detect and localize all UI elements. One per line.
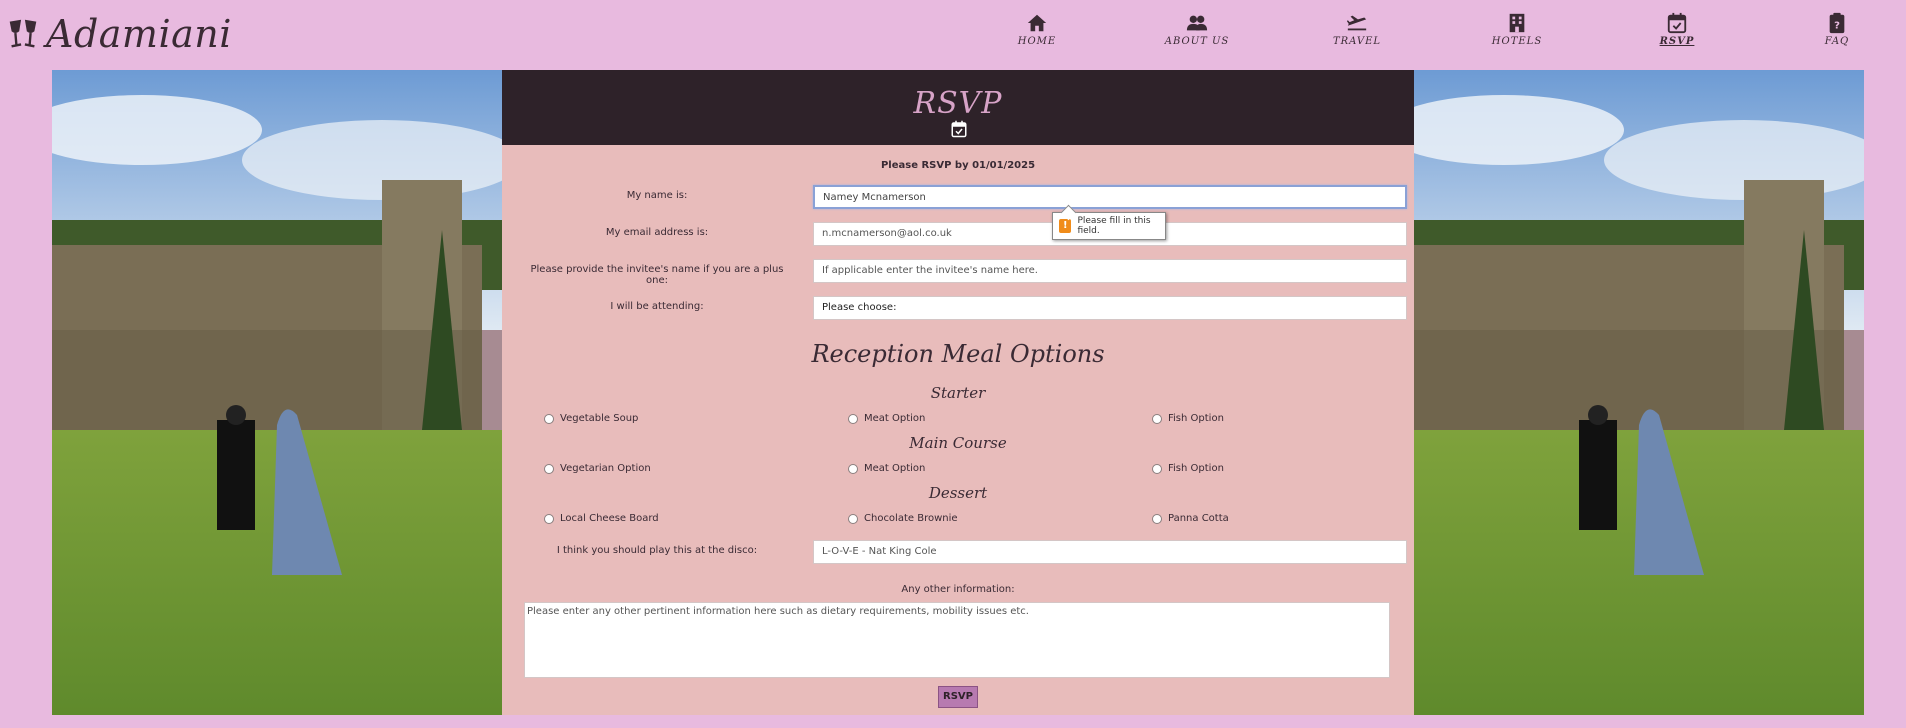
dessert-option[interactable]: Local Cheese Board [544, 513, 659, 524]
nav-about-us[interactable]: ABOUT US [1157, 12, 1237, 47]
disco-label: I think you should play this at the disc… [556, 545, 758, 556]
other-info-label: Any other information: [901, 584, 1015, 595]
option-label: Vegetarian Option [560, 463, 651, 474]
warning-icon: ! [1059, 219, 1072, 233]
radio-button[interactable] [848, 513, 858, 524]
clipboard-question-icon: ? [1829, 12, 1845, 34]
rsvp-header: RSVP [502, 70, 1414, 145]
option-label: Meat Option [864, 463, 926, 474]
radio-button[interactable] [1152, 513, 1162, 524]
disco-input[interactable]: L-O-V-E - Nat King Cole [813, 540, 1407, 564]
attending-select[interactable]: Please choose: [813, 296, 1407, 320]
dessert-option[interactable]: Chocolate Brownie [848, 513, 958, 524]
attending-label: I will be attending: [610, 301, 704, 312]
nav-faq[interactable]: ? FAQ [1797, 12, 1877, 47]
nav-travel[interactable]: TRAVEL [1317, 12, 1397, 47]
tooltip-text: Please fill in this field. [1077, 216, 1151, 236]
radio-button[interactable] [544, 463, 554, 474]
main-nav: HOME ABOUT US TRAVEL HOTELS RSVP ? FAQ [0, 12, 1906, 52]
rsvp-deadline: Please RSVP by 01/01/2025 [880, 160, 1036, 171]
wedding-photo-right [1414, 70, 1864, 715]
radio-button[interactable] [848, 413, 858, 424]
nav-rsvp[interactable]: RSVP [1637, 12, 1717, 47]
option-label: Local Cheese Board [560, 513, 659, 524]
nav-hotels[interactable]: HOTELS [1477, 12, 1557, 47]
radio-button[interactable] [544, 513, 554, 524]
calendar-check-icon [1667, 12, 1687, 34]
name-input[interactable]: Namey Mcnamerson [813, 185, 1407, 209]
option-label: Fish Option [1168, 463, 1224, 474]
radio-button[interactable] [1152, 413, 1162, 424]
svg-text:?: ? [1834, 21, 1840, 32]
hotel-icon [1509, 13, 1525, 33]
invitee-input[interactable]: If applicable enter the invitee's name h… [813, 259, 1407, 283]
main-option[interactable]: Fish Option [1152, 463, 1224, 474]
option-label: Chocolate Brownie [864, 513, 958, 524]
nav-label: HOTELS [1491, 36, 1543, 47]
calendar-check-icon [951, 120, 967, 138]
main-option[interactable]: Vegetarian Option [544, 463, 651, 474]
option-label: Meat Option [864, 413, 926, 424]
option-label: Vegetable Soup [560, 413, 639, 424]
option-label: Fish Option [1168, 413, 1224, 424]
name-label: My name is: [626, 190, 688, 201]
starter-option[interactable]: Fish Option [1152, 413, 1224, 424]
site-header: Adamiani HOME ABOUT US TRAVEL HOTELS RSV… [0, 0, 1906, 70]
wedding-photo-left [52, 70, 502, 715]
nav-label: TRAVEL [1332, 36, 1382, 47]
nav-label: FAQ [1824, 36, 1850, 47]
nav-label: RSVP [1659, 36, 1695, 47]
main-course-title: Main Course [909, 434, 1007, 452]
option-label: Panna Cotta [1168, 513, 1229, 524]
other-info-textarea[interactable]: Please enter any other pertinent informa… [524, 602, 1390, 678]
main-option[interactable]: Meat Option [848, 463, 925, 474]
radio-button[interactable] [848, 463, 858, 474]
plane-icon [1346, 15, 1367, 31]
rsvp-panel: RSVP Please RSVP by 01/01/2025 My name i… [502, 70, 1414, 715]
nav-label: HOME [1017, 36, 1057, 47]
email-label: My email address is: [605, 227, 709, 238]
starter-title: Starter [930, 384, 986, 402]
invitee-label: Please provide the invitee's name if you… [530, 264, 784, 286]
starter-option[interactable]: Vegetable Soup [544, 413, 638, 424]
radio-button[interactable] [1152, 463, 1162, 474]
home-icon [1027, 14, 1047, 32]
radio-button[interactable] [544, 413, 554, 424]
meal-options-title: Reception Meal Options [811, 340, 1105, 368]
nav-label: ABOUT US [1164, 36, 1230, 47]
dessert-title: Dessert [928, 484, 988, 502]
validation-tooltip: ! Please fill in this field. [1052, 212, 1166, 240]
rsvp-title: RSVP [913, 86, 1003, 121]
nav-home[interactable]: HOME [997, 12, 1077, 47]
users-icon [1186, 15, 1208, 31]
dessert-option[interactable]: Panna Cotta [1152, 513, 1229, 524]
starter-option[interactable]: Meat Option [848, 413, 925, 424]
rsvp-submit-button[interactable]: RSVP [938, 686, 978, 708]
